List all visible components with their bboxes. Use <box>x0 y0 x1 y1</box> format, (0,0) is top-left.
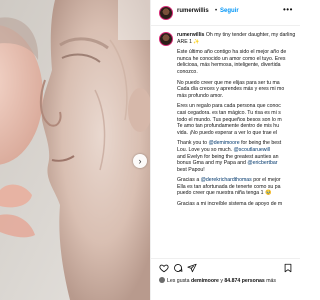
caption-line: and Evelyn for being the greatest auntie… <box>177 153 279 160</box>
caption-line: ARE 1 ✨ <box>177 38 200 45</box>
caption-text-segment: Gracias a <box>177 177 201 184</box>
mention-link[interactable]: @scoutlaruewill <box>234 147 270 153</box>
caption-line: nunca he conocido un amor como el tuyo. … <box>177 55 286 62</box>
caption-line: Ella es tan afortunada de tenerte como s… <box>177 183 281 190</box>
header-separator: • <box>215 8 218 14</box>
header-username[interactable]: rumerwillis <box>177 8 209 14</box>
avatar[interactable] <box>159 6 173 20</box>
likes-suffix: más <box>264 278 277 284</box>
caption-line: best Papou! <box>177 166 205 173</box>
follow-button[interactable]: Seguir <box>220 8 239 14</box>
caption-line: todo el mundo. Tus pequeños besos son lo… <box>177 116 282 123</box>
caption-line: vida. ¡No puedo esperar a ver lo que tra… <box>177 129 278 136</box>
caption-text-segment: Lou. Love you so much. <box>177 146 234 153</box>
liker-username[interactable]: demimoore <box>191 278 219 284</box>
caption-line: deliciosa, más hermosa, inteligente, div… <box>177 62 281 69</box>
caption-line: Eres un regalo para cada persona que con… <box>177 103 281 110</box>
photo-illustration <box>0 0 150 300</box>
caption-avatar[interactable] <box>159 32 173 46</box>
caption-line: No puedo creer que me elijas para ser tu… <box>177 79 280 86</box>
caption-username[interactable]: rumerwillis <box>177 32 204 38</box>
post-side-panel: rumerwillis • Seguir ••• rumerwillis Oh … <box>150 0 300 300</box>
post-actions: Les gusta demimoore y 84.874 personas má… <box>151 258 300 300</box>
caption-line: más profundo amor. <box>177 92 224 99</box>
likes-summary: Les gusta demimoore y 84.874 personas má… <box>159 277 299 285</box>
caption-line: Cada día creces y aprendes más y eres mi… <box>177 86 285 93</box>
caption-line: Oh my tiny tender daughter, my darling <box>205 32 296 38</box>
caption-text: rumerwillis Oh my tiny tender daughter, … <box>177 32 300 212</box>
post-header: rumerwillis • Seguir ••• <box>151 0 300 26</box>
caption-line: Este último año contigo ha sido el mejor… <box>177 49 287 56</box>
carousel-next-button[interactable]: › <box>133 154 147 168</box>
caption-line: Gracias a mi increíble sistema de apoyo … <box>177 201 283 208</box>
caption-text-segment: por el mejor <box>251 177 281 184</box>
caption-line: Te amo tan profundamente dentro de mis h… <box>177 123 280 130</box>
mention-link[interactable]: @demimoore <box>208 140 239 146</box>
bookmark-icon[interactable] <box>283 263 293 273</box>
paper-plane-icon[interactable] <box>187 263 197 273</box>
caption-line: conozco. <box>177 68 198 75</box>
caption-line: puedo creer que nuestra niña tenga 1 🥹 <box>177 190 272 197</box>
caption-text-segment: Thank you to <box>177 140 209 147</box>
likes-count[interactable]: 84.874 personas <box>224 278 264 284</box>
mention-link[interactable]: @derekrichardthomas <box>201 177 252 183</box>
comment-icon[interactable] <box>173 263 183 273</box>
post-photo[interactable]: › <box>0 0 150 300</box>
caption-text-segment: for being the best <box>239 140 282 147</box>
heart-icon[interactable] <box>159 263 169 273</box>
post-caption: rumerwillis Oh my tiny tender daughter, … <box>151 26 300 258</box>
liker-avatar[interactable] <box>159 277 165 283</box>
caption-text-segment: bonus Gma and my Papa and <box>177 160 248 167</box>
more-horizontal-icon[interactable]: ••• <box>283 5 293 14</box>
caption-line: casi cegadora. es tan mágico. Tu risa es… <box>177 109 281 116</box>
likes-prefix: Les gusta <box>167 278 191 284</box>
mention-link[interactable]: @ericbertbar <box>247 160 277 166</box>
